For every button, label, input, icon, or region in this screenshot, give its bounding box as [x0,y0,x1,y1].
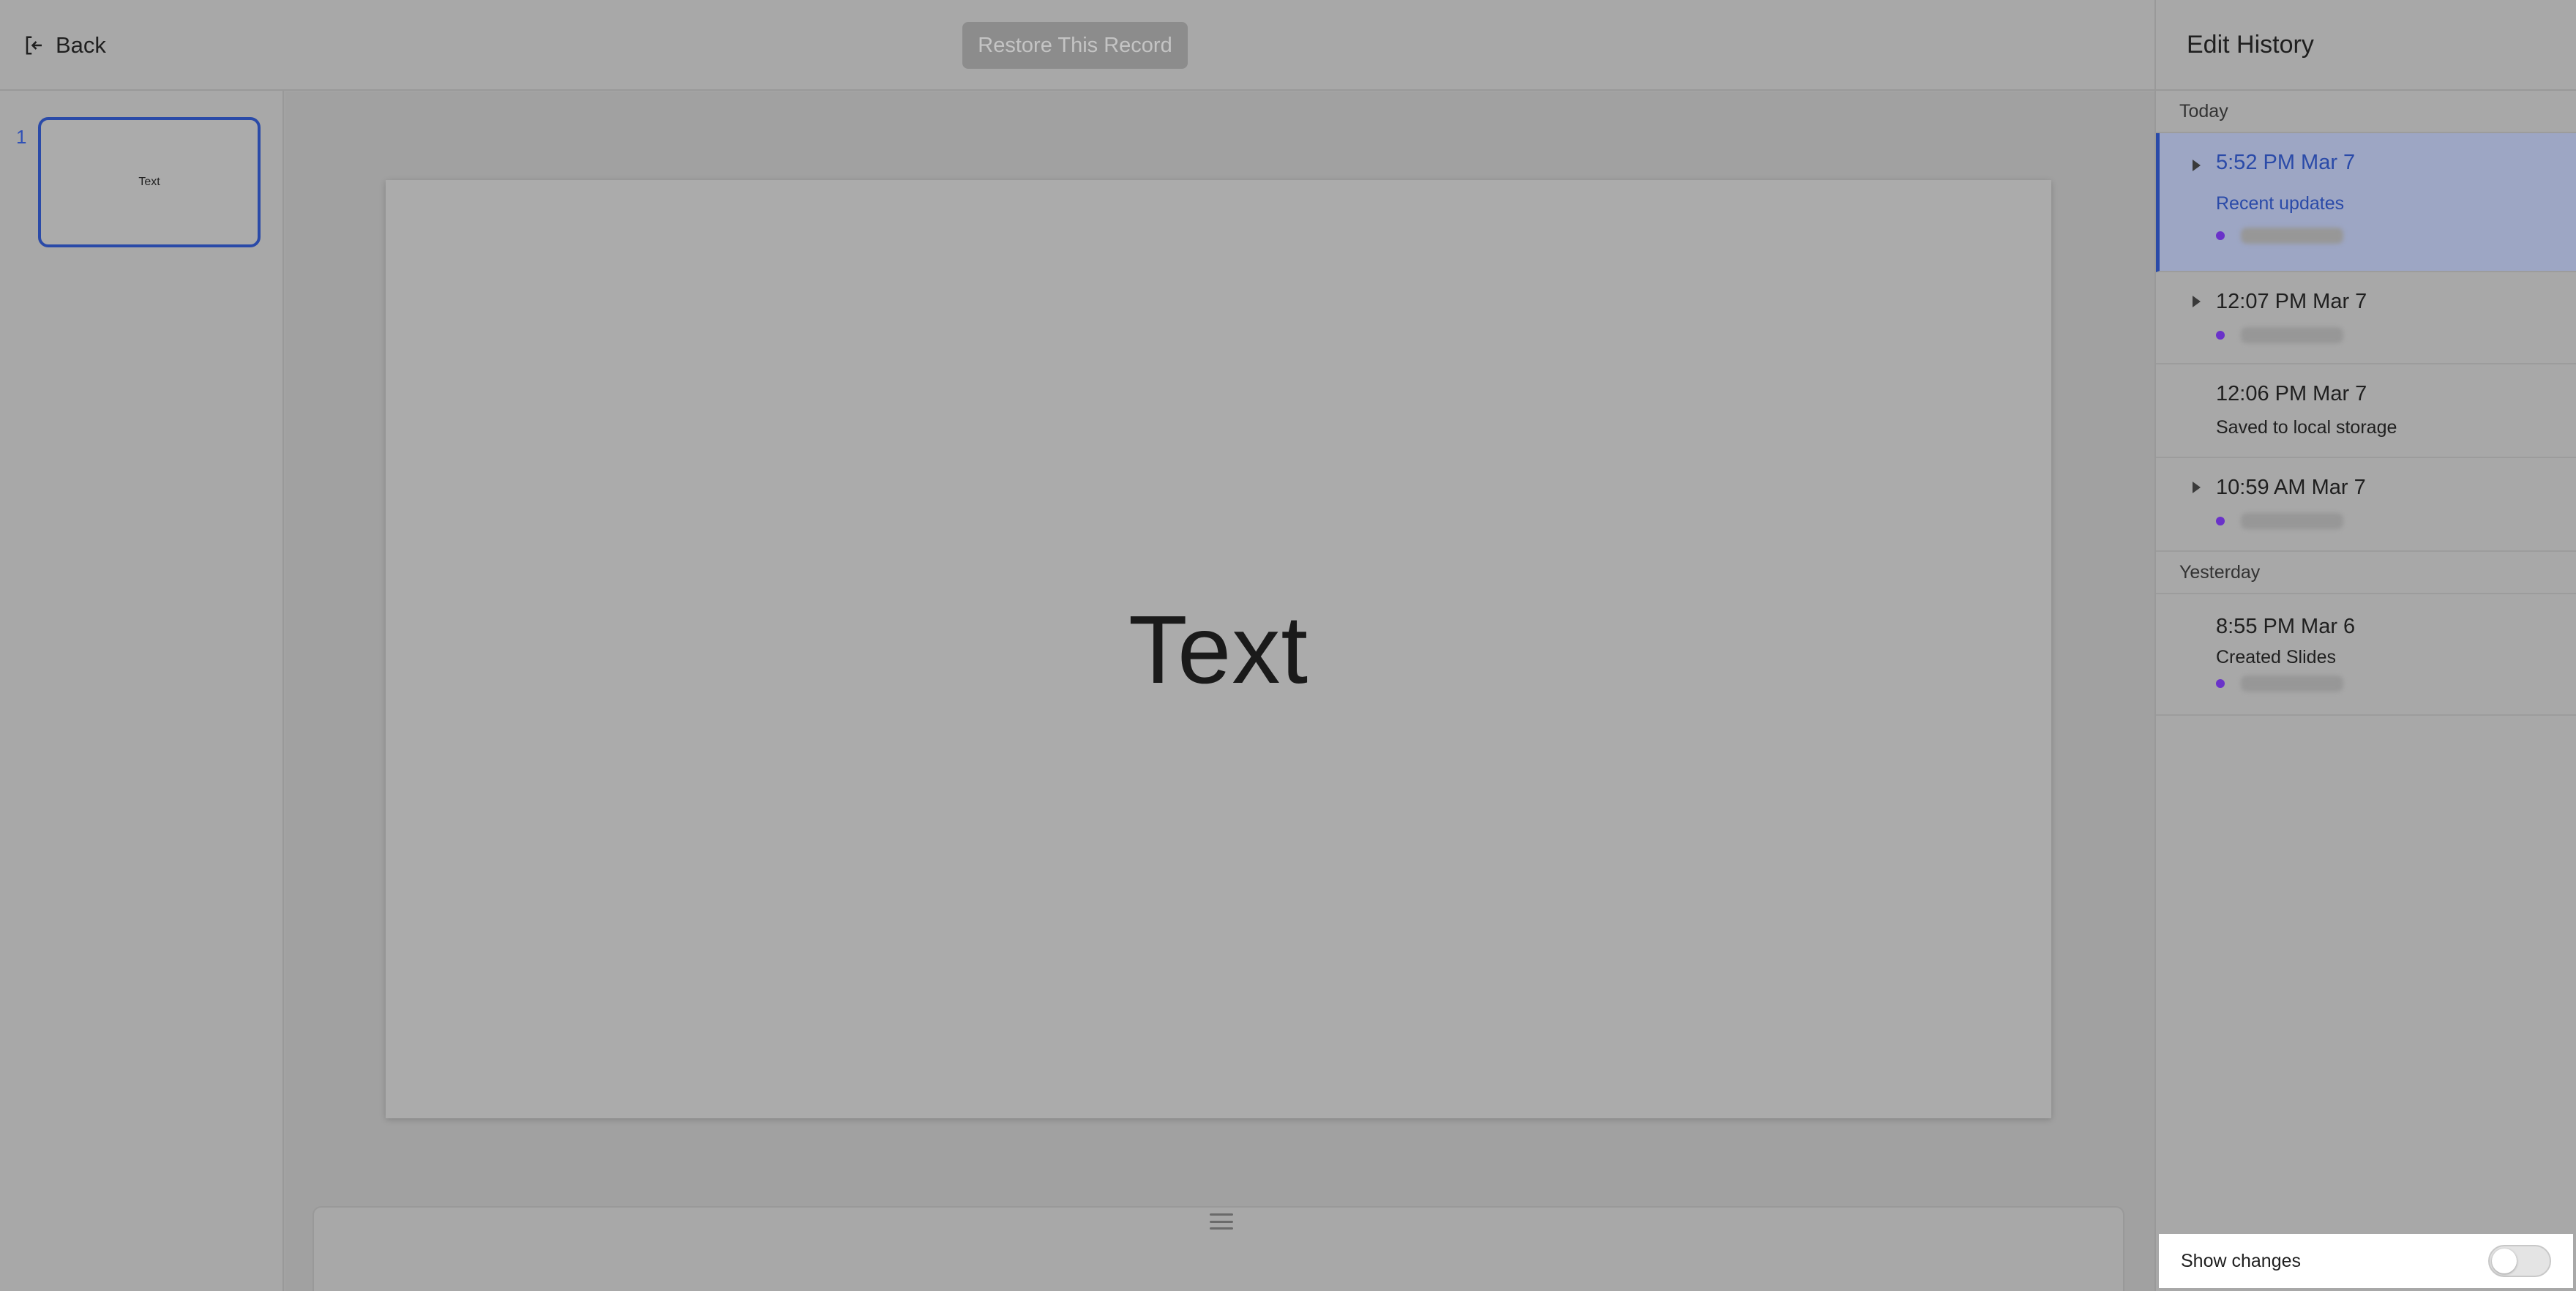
user-name-redacted [2241,513,2343,529]
user-name-redacted [2241,676,2343,692]
history-entry[interactable]: 8:55 PM Mar 6 Created Slides [2156,594,2576,716]
history-entry[interactable]: 5:52 PM Mar 7 Recent updates [2156,133,2576,272]
slide-canvas: Text [285,92,2154,1291]
edit-history-title: Edit History [2156,0,2576,91]
speaker-notes-panel[interactable] [312,1206,2124,1291]
back-button[interactable]: Back [23,28,106,63]
caret-right-icon[interactable] [2193,160,2201,171]
history-entry-user [2216,670,2576,697]
history-entry-time: 5:52 PM Mar 7 [2216,150,2356,174]
history-entry[interactable]: 12:07 PM Mar 7 [2156,272,2576,364]
show-changes-bar: Show changes [2159,1234,2573,1288]
history-entry-time: 8:55 PM Mar 6 [2216,614,2356,638]
caret-right-icon[interactable] [2193,296,2201,307]
back-label: Back [56,32,106,58]
history-entry-user [2216,322,2576,348]
thumbnail-text: Text [138,176,160,188]
history-entry[interactable]: 10:59 AM Mar 7 [2156,458,2576,552]
user-name-redacted [2241,228,2343,244]
history-entry[interactable]: 12:06 PM Mar 7 Saved to local storage [2156,364,2576,458]
top-bar: Back Restore This Record [0,0,2154,91]
user-dot-icon [2216,331,2225,340]
slide[interactable]: Text [386,180,2051,1118]
history-entry-time: 12:07 PM Mar 7 [2216,289,2367,313]
slide-text[interactable]: Text [1128,594,1308,705]
history-entry-user [2216,508,2576,534]
exit-icon [26,36,42,55]
caret-right-icon[interactable] [2193,482,2201,493]
user-dot-icon [2216,517,2225,525]
user-dot-icon [2216,679,2225,688]
user-name-redacted [2241,327,2343,343]
drag-handle-icon[interactable] [1210,1213,1233,1230]
history-group-yesterday: Yesterday [2156,552,2576,594]
history-entry-time: 10:59 AM Mar 7 [2216,475,2366,499]
slide-thumbnail-rail: 1 Text [0,91,284,1291]
edit-history-panel: Edit History Today 5:52 PM Mar 7 Recent … [2154,0,2576,1291]
restore-record-button[interactable]: Restore This Record [962,22,1188,69]
show-changes-toggle[interactable] [2488,1245,2551,1277]
show-changes-label: Show changes [2181,1250,2302,1271]
history-entry-desc: Created Slides [2216,646,2336,667]
user-dot-icon [2216,231,2225,240]
thumbnail-number: 1 [16,126,27,148]
history-entry-time: 12:06 PM Mar 7 [2216,381,2367,405]
toggle-knob[interactable] [2492,1249,2517,1273]
history-group-today: Today [2156,91,2576,133]
history-entry-desc: Saved to local storage [2216,416,2397,438]
slide-thumbnail[interactable]: Text [38,117,261,247]
history-entry-desc: Recent updates [2216,192,2345,214]
history-entry-user [2216,222,2576,249]
